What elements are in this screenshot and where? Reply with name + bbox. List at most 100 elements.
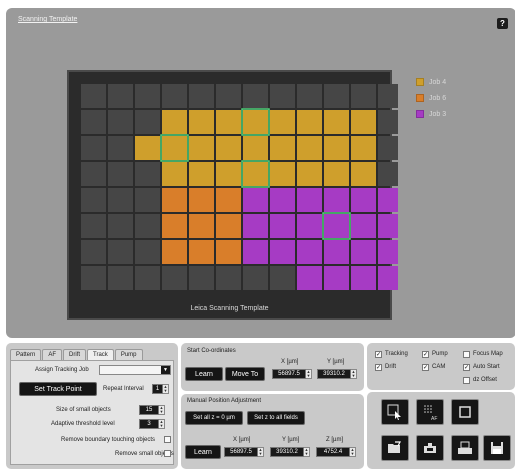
- print-button[interactable]: [451, 435, 479, 461]
- remove-small-checkbox[interactable]: [164, 450, 171, 457]
- well-cell[interactable]: [270, 188, 295, 212]
- well-cell[interactable]: [108, 136, 133, 160]
- well-cell[interactable]: [351, 188, 376, 212]
- well-cell[interactable]: [297, 110, 322, 134]
- well-cell[interactable]: [108, 240, 133, 264]
- well-cell[interactable]: [162, 188, 187, 212]
- well-cell[interactable]: [162, 266, 187, 290]
- well-cell[interactable]: [324, 188, 349, 212]
- well-cell[interactable]: [378, 110, 398, 134]
- well-cell[interactable]: [162, 136, 187, 160]
- well-cell[interactable]: [378, 84, 398, 108]
- tab-pattern[interactable]: Pattern: [10, 349, 42, 360]
- well-cell[interactable]: [216, 84, 241, 108]
- set-track-point-button[interactable]: Set Track Point: [19, 382, 97, 396]
- well-cell[interactable]: [270, 214, 295, 238]
- well-cell[interactable]: [297, 162, 322, 186]
- well-cell[interactable]: [162, 240, 187, 264]
- well-cell[interactable]: [270, 84, 295, 108]
- well-cell[interactable]: [243, 136, 268, 160]
- well-cell[interactable]: [189, 162, 214, 186]
- well-cell[interactable]: [135, 136, 160, 160]
- well-cell[interactable]: [189, 188, 214, 212]
- save-button[interactable]: [483, 435, 511, 461]
- stepper-arrows-icon[interactable]: ▲ ▼: [258, 447, 264, 457]
- legend-item-job-4[interactable]: Job 4: [416, 74, 446, 90]
- stepper-arrows-icon[interactable]: ▲ ▼: [163, 384, 169, 394]
- stepper-arrows-icon[interactable]: ▲ ▼: [304, 447, 310, 457]
- well-cell[interactable]: [378, 240, 398, 264]
- well-cell[interactable]: [378, 162, 398, 186]
- pump-checkbox[interactable]: ✓: [422, 351, 429, 358]
- well-cell[interactable]: [351, 84, 376, 108]
- well-cell[interactable]: [324, 84, 349, 108]
- well-cell[interactable]: [378, 266, 398, 290]
- stepper-arrows-icon[interactable]: ▲ ▼: [350, 447, 356, 457]
- well-cell[interactable]: [216, 214, 241, 238]
- well-cell[interactable]: [243, 84, 268, 108]
- well-cell[interactable]: [81, 266, 106, 290]
- stop-button[interactable]: [451, 399, 479, 425]
- manual-x-stepper[interactable]: 56897.5 ▲ ▼: [224, 447, 264, 457]
- well-cell[interactable]: [270, 110, 295, 134]
- well-cell[interactable]: [108, 214, 133, 238]
- manual-z-stepper[interactable]: 4752.4 ▲ ▼: [316, 447, 356, 457]
- well-cell[interactable]: [351, 214, 376, 238]
- well-cell[interactable]: [297, 240, 322, 264]
- tab-track[interactable]: Track: [87, 349, 114, 360]
- well-cell[interactable]: [243, 188, 268, 212]
- stepper-arrows-icon[interactable]: ▲ ▼: [351, 369, 357, 379]
- well-cell[interactable]: [81, 84, 106, 108]
- drift-checkbox[interactable]: ✓: [375, 364, 382, 371]
- well-cell[interactable]: [270, 162, 295, 186]
- well-cell[interactable]: [81, 214, 106, 238]
- well-cell[interactable]: [351, 266, 376, 290]
- well-cell[interactable]: [324, 240, 349, 264]
- well-cell[interactable]: [243, 240, 268, 264]
- start-y-stepper[interactable]: 39310.2 ▲ ▼: [317, 369, 357, 379]
- well-cell[interactable]: [351, 136, 376, 160]
- well-cell[interactable]: [135, 84, 160, 108]
- well-cell[interactable]: [189, 266, 214, 290]
- repeat-interval-stepper[interactable]: 1 ▲ ▼: [152, 384, 169, 394]
- well-cell[interactable]: [324, 266, 349, 290]
- tab-af[interactable]: AF: [42, 349, 63, 360]
- tab-drift[interactable]: Drift: [63, 349, 87, 360]
- dz-offset-checkbox[interactable]: [463, 377, 470, 384]
- open-folder-button[interactable]: [381, 435, 409, 461]
- well-cell[interactable]: [351, 162, 376, 186]
- well-cell[interactable]: [81, 110, 106, 134]
- well-cell[interactable]: [81, 240, 106, 264]
- well-cell[interactable]: [324, 136, 349, 160]
- set-z-to-all-button[interactable]: Set z to all fields: [247, 411, 305, 425]
- move-to-button[interactable]: Move To: [225, 367, 265, 381]
- stepper-arrows-icon[interactable]: ▲ ▼: [159, 405, 165, 415]
- start-x-stepper[interactable]: 56897.5 ▲ ▼: [272, 369, 312, 379]
- well-cell[interactable]: [297, 266, 322, 290]
- well-cell[interactable]: [216, 136, 241, 160]
- learn-button[interactable]: Learn: [185, 445, 221, 459]
- well-cell[interactable]: [297, 136, 322, 160]
- well-cell[interactable]: [189, 240, 214, 264]
- well-cell[interactable]: [351, 240, 376, 264]
- well-cell[interactable]: [81, 188, 106, 212]
- well-cell[interactable]: [108, 188, 133, 212]
- well-cell[interactable]: [270, 240, 295, 264]
- well-cell[interactable]: [378, 188, 398, 212]
- microscope-button[interactable]: [416, 435, 444, 461]
- well-cell[interactable]: [243, 162, 268, 186]
- well-cell[interactable]: [297, 214, 322, 238]
- well-cell[interactable]: [216, 162, 241, 186]
- set-all-z-zero-button[interactable]: Set all z = 0 µm: [185, 411, 243, 425]
- well-cell[interactable]: [297, 188, 322, 212]
- well-cell[interactable]: [135, 162, 160, 186]
- auto-start-checkbox[interactable]: ✓: [463, 364, 470, 371]
- well-cell[interactable]: [162, 162, 187, 186]
- af-grid-button[interactable]: AF: [416, 399, 444, 425]
- well-cell[interactable]: [324, 162, 349, 186]
- help-button[interactable]: ?: [497, 18, 508, 29]
- well-cell[interactable]: [189, 136, 214, 160]
- well-cell[interactable]: [243, 214, 268, 238]
- remove-boundary-checkbox[interactable]: [164, 436, 171, 443]
- well-cell[interactable]: [189, 214, 214, 238]
